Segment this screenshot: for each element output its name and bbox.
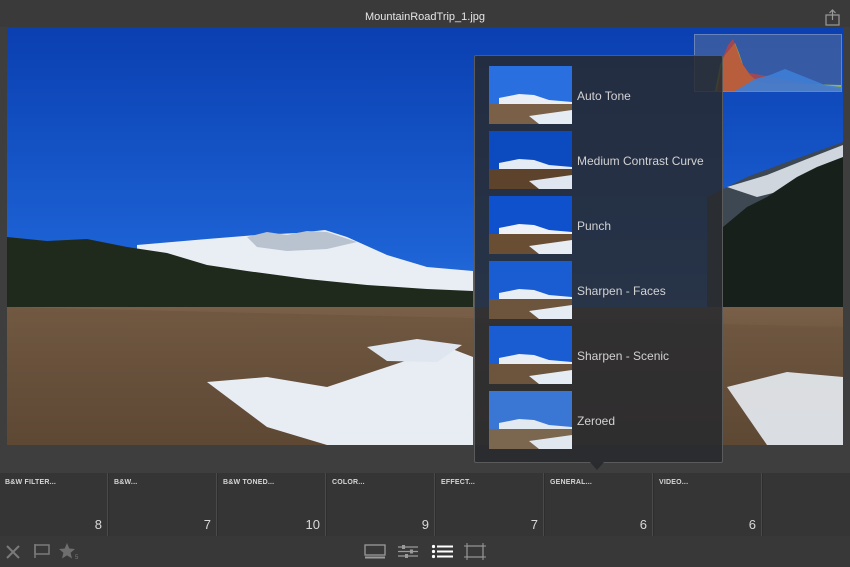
category-bw[interactable]: B&W... 7 xyxy=(109,473,217,536)
preset-label: Medium Contrast Curve xyxy=(577,154,704,168)
category-effect[interactable]: EFFECT... 7 xyxy=(436,473,544,536)
photo-editor-app: MountainRoadTrip_1.jpg Auto Tone Medium … xyxy=(0,0,850,567)
category-count: 10 xyxy=(305,517,320,532)
category-video[interactable]: VIDEO... 6 xyxy=(654,473,762,536)
preset-sharpen-faces[interactable]: Sharpen - Faces xyxy=(489,261,719,319)
preset-thumbnail xyxy=(489,326,572,384)
presets-list-icon[interactable] xyxy=(431,544,453,559)
preset-medium-contrast-curve[interactable]: Medium Contrast Curve xyxy=(489,131,719,189)
category-label: GENERAL... xyxy=(550,479,593,486)
share-icon[interactable] xyxy=(825,9,840,26)
category-count: 6 xyxy=(748,517,756,532)
category-color[interactable]: COLOR... 9 xyxy=(327,473,435,536)
preset-category-strip: B&W FILTER... 8 B&W... 7 B&W TONED... 10… xyxy=(0,473,850,536)
crop-icon[interactable] xyxy=(464,543,486,560)
reject-x-icon[interactable] xyxy=(6,545,20,559)
preset-auto-tone[interactable]: Auto Tone xyxy=(489,66,719,124)
loupe-view-icon[interactable] xyxy=(364,544,386,559)
preset-thumbnail xyxy=(489,196,572,254)
presets-popover: Auto Tone Medium Contrast Curve Punch Sh… xyxy=(474,55,723,463)
category-label: EFFECT... xyxy=(441,479,476,486)
preset-label: Auto Tone xyxy=(577,89,631,103)
category-count: 7 xyxy=(203,517,211,532)
category-count: 6 xyxy=(639,517,647,532)
category-count: 7 xyxy=(530,517,538,532)
category-label: COLOR... xyxy=(332,479,365,486)
adjust-sliders-icon[interactable] xyxy=(397,544,419,559)
category-empty-slot xyxy=(763,473,850,536)
preset-thumbnail xyxy=(489,261,572,319)
file-name-title: MountainRoadTrip_1.jpg xyxy=(364,11,486,23)
category-label: B&W... xyxy=(114,479,138,486)
category-label: VIDEO... xyxy=(659,479,689,486)
popover-pointer xyxy=(590,462,604,470)
category-label: B&W TONED... xyxy=(223,479,275,486)
category-bw-filter[interactable]: B&W FILTER... 8 xyxy=(0,473,108,536)
preset-label: Zeroed xyxy=(577,414,616,428)
category-bw-toned[interactable]: B&W TONED... 10 xyxy=(218,473,326,536)
preset-punch[interactable]: Punch xyxy=(489,196,719,254)
star-rating-icon[interactable]: 5 xyxy=(58,542,80,560)
category-count: 8 xyxy=(94,517,102,532)
category-count: 9 xyxy=(421,517,429,532)
title-bar: MountainRoadTrip_1.jpg xyxy=(0,0,850,27)
preset-thumbnail xyxy=(489,391,572,449)
preset-label: Punch xyxy=(577,219,612,233)
preset-sharpen-scenic[interactable]: Sharpen - Scenic xyxy=(489,326,719,384)
category-label: B&W FILTER... xyxy=(5,479,57,486)
preset-thumbnail xyxy=(489,66,572,124)
svg-text:5: 5 xyxy=(75,555,79,560)
preset-zeroed[interactable]: Zeroed xyxy=(489,391,719,449)
bottom-toolbar: 5 xyxy=(0,536,850,567)
preset-thumbnail xyxy=(489,131,572,189)
preset-label: Sharpen - Scenic xyxy=(577,349,670,363)
category-general[interactable]: GENERAL... 6 xyxy=(545,473,653,536)
preset-label: Sharpen - Faces xyxy=(577,284,666,298)
flag-icon[interactable] xyxy=(33,543,51,559)
